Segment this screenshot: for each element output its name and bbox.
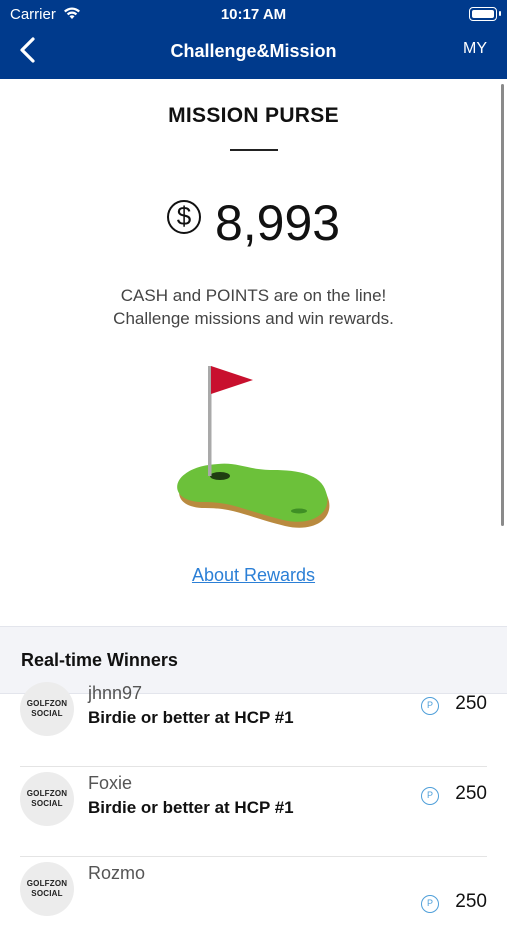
status-time: 10:17 AM: [220, 6, 287, 23]
winner-row[interactable]: GOLFZON SOCIAL Rozmo P 250: [20, 857, 487, 947]
winner-points: 250: [455, 693, 487, 714]
winner-username: Rozmo: [88, 863, 146, 883]
winner-username: Foxie: [88, 773, 133, 793]
description-line-2: Challenge missions and win rewards.: [113, 309, 394, 328]
winner-points: 250: [455, 891, 487, 912]
points-icon: P: [421, 697, 439, 715]
golf-flag-illustration: [177, 366, 330, 528]
winner-row[interactable]: GOLFZON SOCIAL Foxie Birdie or better at…: [20, 767, 487, 857]
battery-icon: [469, 7, 501, 21]
winner-points: 250: [455, 783, 487, 804]
mission-purse-title: MISSION PURSE: [168, 104, 339, 127]
status-bar: Carrier 10:17 AM: [0, 0, 507, 28]
about-rewards-link[interactable]: About Rewards: [0, 565, 507, 586]
avatar: GOLFZON SOCIAL: [20, 862, 74, 916]
description-line-1: CASH and POINTS are on the line!: [120, 286, 387, 305]
page-title: Challenge&Mission: [170, 41, 337, 61]
points-icon: P: [421, 895, 439, 913]
purse-amount: 8,993: [214, 195, 341, 251]
purse-amount-row: $8,993: [0, 194, 507, 254]
points-icon: P: [421, 787, 439, 805]
winner-username: jhnn97: [88, 683, 143, 703]
my-button[interactable]: MY: [463, 40, 487, 58]
avatar: GOLFZON SOCIAL: [20, 682, 74, 736]
dollar-coin-icon: $: [166, 200, 201, 234]
nav-bar: Carrier 10:17 AM Challenge&Mission MY: [0, 0, 507, 79]
avatar: GOLFZON SOCIAL: [20, 772, 74, 826]
winner-row[interactable]: GOLFZON SOCIAL jhnn97 Birdie or better a…: [20, 677, 487, 767]
winner-mission: Birdie or better at HCP #1: [88, 798, 294, 817]
purse-description: CASH and POINTS are on the line! Challen…: [0, 284, 507, 330]
winner-mission: Birdie or better at HCP #1: [88, 708, 294, 727]
title-divider: [230, 149, 278, 151]
winners-title: Real-time Winners: [21, 650, 178, 670]
